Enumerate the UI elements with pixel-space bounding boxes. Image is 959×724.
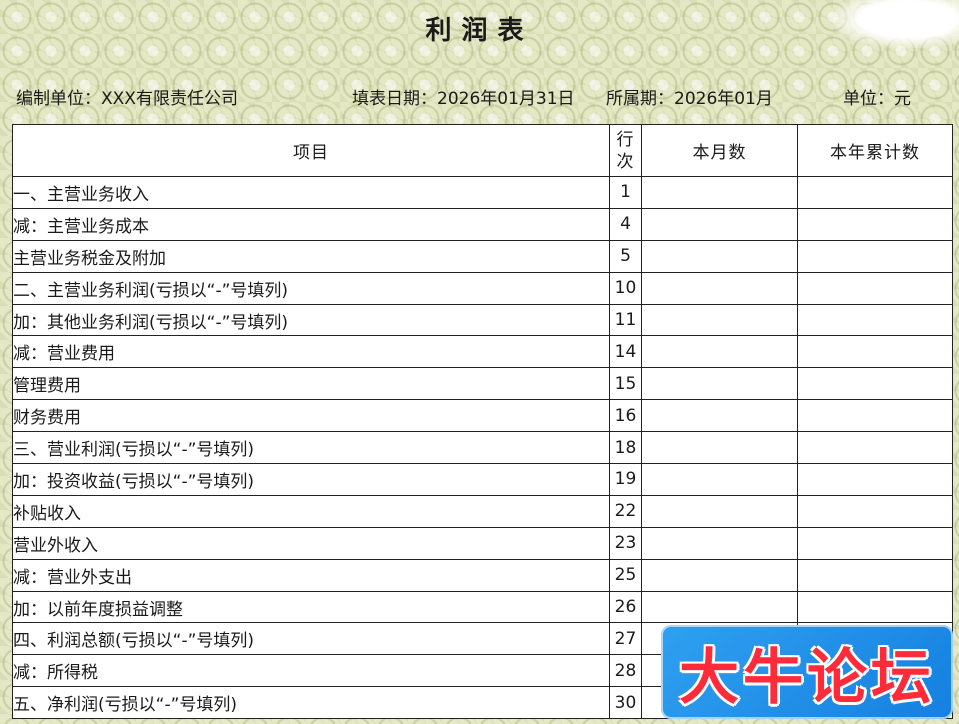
- table-row: 二、主营业务利润(亏损以“-”号填列) 10: [12, 271, 953, 305]
- table-row: 加：其他业务利润(亏损以“-”号填列) 11: [12, 303, 953, 337]
- row-this-month-cell[interactable]: [641, 207, 798, 241]
- row-this-month-cell[interactable]: [641, 335, 798, 369]
- period-label: 所属期：2026年01月: [606, 89, 773, 109]
- table-row: 三、营业利润(亏损以“-”号填列) 18: [12, 431, 953, 465]
- row-this-month-cell[interactable]: [641, 526, 798, 560]
- row-ytd-cell[interactable]: [797, 463, 953, 496]
- row-ytd-cell[interactable]: [797, 239, 953, 273]
- table-row: 补贴收入 22: [12, 494, 953, 528]
- row-ytd-cell[interactable]: [797, 526, 953, 560]
- header-line-no: 行次: [609, 124, 642, 177]
- row-line-number: 5: [609, 239, 642, 273]
- table-row: 减：营业费用 14: [12, 335, 953, 369]
- table-row: 一、主营业务收入 1: [12, 176, 953, 209]
- table-row: 管理费用 15: [12, 367, 953, 401]
- row-item-label: 财务费用: [12, 399, 610, 433]
- row-item-label: 减：所得税: [12, 654, 610, 688]
- row-this-month-cell[interactable]: [641, 271, 798, 305]
- row-this-month-cell[interactable]: [641, 463, 798, 496]
- row-line-number: 30: [609, 686, 642, 720]
- table-header-row: 项目 行次 本月数 本年累计数: [12, 124, 953, 177]
- header-ytd: 本年累计数: [797, 124, 953, 177]
- row-item-label: 减：营业外支出: [12, 558, 610, 592]
- row-line-number: 4: [609, 207, 642, 241]
- row-line-number: 22: [609, 494, 642, 528]
- row-ytd-cell[interactable]: [797, 367, 953, 401]
- row-item-label: 加：投资收益(亏损以“-”号填列): [12, 463, 610, 496]
- row-this-month-cell[interactable]: [641, 558, 798, 592]
- row-ytd-cell[interactable]: [797, 335, 953, 369]
- row-line-number: 14: [609, 335, 642, 369]
- row-this-month-cell[interactable]: [641, 303, 798, 337]
- row-item-label: 减：主营业务成本: [12, 207, 610, 241]
- row-this-month-cell[interactable]: [641, 399, 798, 433]
- row-this-month-cell[interactable]: [641, 590, 798, 624]
- row-ytd-cell[interactable]: [797, 494, 953, 528]
- fill-date-label: 填表日期：2026年01月31日: [352, 89, 575, 109]
- row-line-number: 11: [609, 303, 642, 337]
- header-item: 项目: [12, 124, 610, 177]
- row-item-label: 营业外收入: [12, 526, 610, 560]
- row-item-label: 五、净利润(亏损以“-”号填列): [12, 686, 610, 720]
- row-this-month-cell[interactable]: [641, 239, 798, 273]
- row-this-month-cell[interactable]: [641, 367, 798, 401]
- row-ytd-cell[interactable]: [797, 590, 953, 624]
- row-item-label: 三、营业利润(亏损以“-”号填列): [12, 431, 610, 465]
- row-item-label: 主营业务税金及附加: [12, 239, 610, 273]
- row-ytd-cell[interactable]: [797, 431, 953, 465]
- watermark-badge: 大牛论坛: [661, 625, 953, 719]
- row-ytd-cell[interactable]: [797, 303, 953, 337]
- row-ytd-cell[interactable]: [797, 558, 953, 592]
- row-item-label: 四、利润总额(亏损以“-”号填列): [12, 622, 610, 656]
- watermark-text: 大牛论坛: [679, 642, 935, 713]
- row-line-number: 16: [609, 399, 642, 433]
- report-title: 利润表: [425, 16, 534, 46]
- row-item-label: 二、主营业务利润(亏损以“-”号填列): [12, 271, 610, 305]
- row-ytd-cell[interactable]: [797, 399, 953, 433]
- table-row: 减：营业外支出 25: [12, 558, 953, 592]
- row-this-month-cell[interactable]: [641, 494, 798, 528]
- header-line-no-bottom: 次: [616, 151, 635, 172]
- row-line-number: 25: [609, 558, 642, 592]
- table-row: 财务费用 16: [12, 399, 953, 433]
- table-row: 减：主营业务成本 4: [12, 207, 953, 241]
- row-line-number: 27: [609, 622, 642, 656]
- row-line-number: 19: [609, 463, 642, 496]
- row-this-month-cell[interactable]: [641, 176, 798, 209]
- row-line-number: 18: [609, 431, 642, 465]
- table-row: 营业外收入 23: [12, 526, 953, 560]
- row-this-month-cell[interactable]: [641, 431, 798, 465]
- table-row: 加：以前年度损益调整 26: [12, 590, 953, 624]
- row-item-label: 加：其他业务利润(亏损以“-”号填列): [12, 303, 610, 337]
- row-item-label: 加：以前年度损益调整: [12, 590, 610, 624]
- row-line-number: 23: [609, 526, 642, 560]
- table-row: 加：投资收益(亏损以“-”号填列) 19: [12, 463, 953, 496]
- company-label: 编制单位：XXX有限责任公司: [16, 89, 238, 109]
- row-ytd-cell[interactable]: [797, 207, 953, 241]
- currency-unit-label: 单位：元: [843, 89, 911, 109]
- row-item-label: 补贴收入: [12, 494, 610, 528]
- table-row: 主营业务税金及附加 5: [12, 239, 953, 273]
- row-line-number: 28: [609, 654, 642, 688]
- row-line-number: 10: [609, 271, 642, 305]
- row-item-label: 减：营业费用: [12, 335, 610, 369]
- row-item-label: 一、主营业务收入: [12, 176, 610, 209]
- header-line-no-top: 行: [616, 129, 635, 150]
- row-ytd-cell[interactable]: [797, 176, 953, 209]
- row-ytd-cell[interactable]: [797, 271, 953, 305]
- row-line-number: 15: [609, 367, 642, 401]
- row-line-number: 1: [609, 176, 642, 209]
- row-item-label: 管理费用: [12, 367, 610, 401]
- header-this-month: 本月数: [641, 124, 798, 177]
- row-line-number: 26: [609, 590, 642, 624]
